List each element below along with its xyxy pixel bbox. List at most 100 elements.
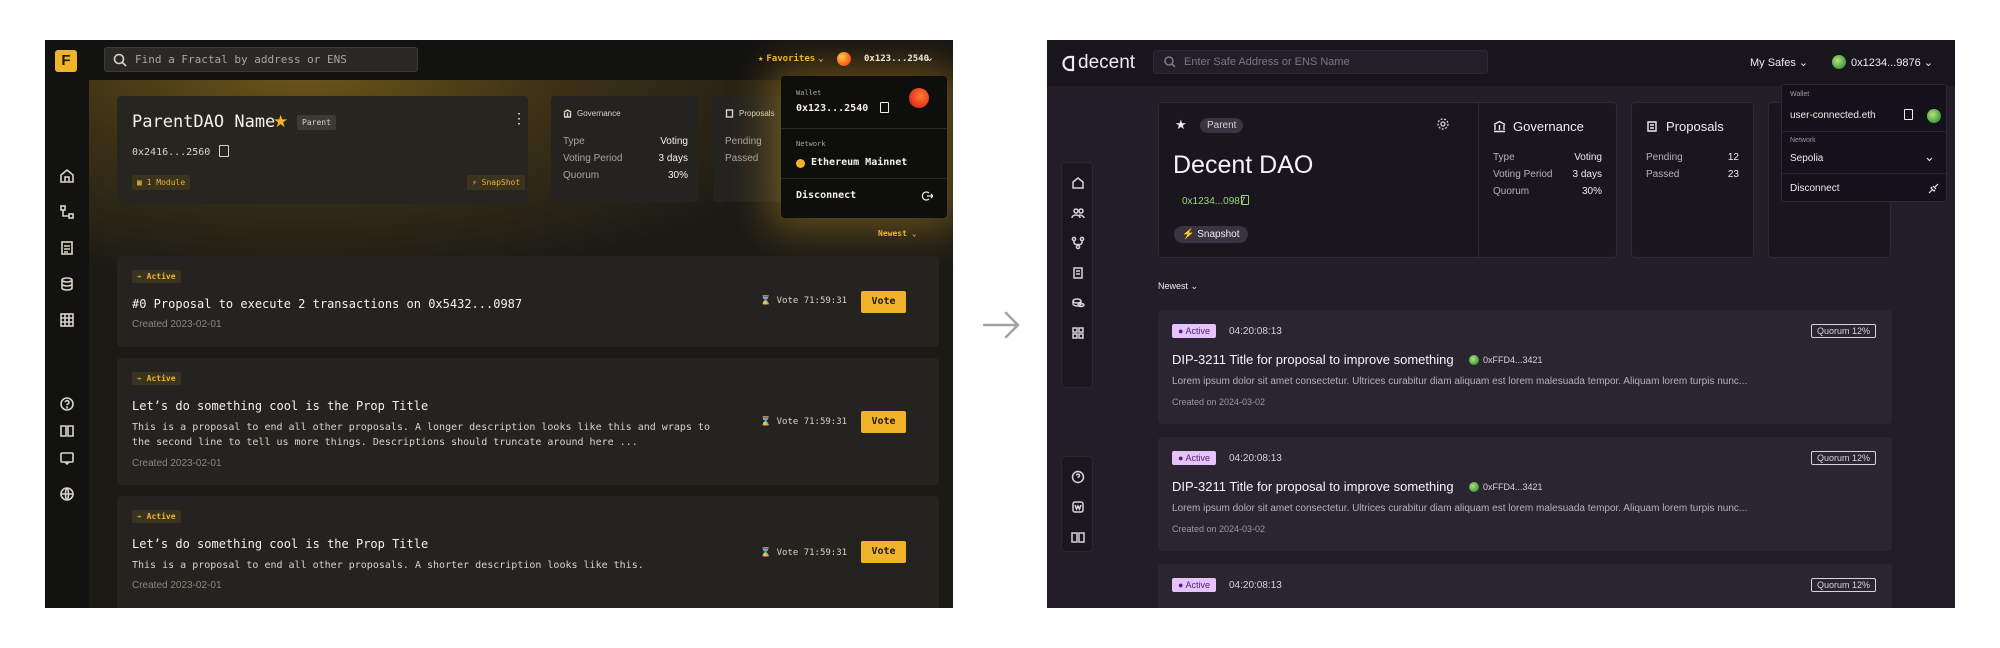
status-badge: ● Active [1172,578,1216,592]
sidebar [1061,162,1093,388]
proposal-row[interactable]: ● Active 04:20:08:13 Quorum 12% DIP-3211… [1158,437,1892,551]
sidebar-footer [1061,456,1093,552]
sort-dropdown[interactable]: Newest ⌄ [1158,281,1198,292]
proposal-row[interactable]: ⌁ Active #0 Proposal to execute 2 transa… [117,256,939,347]
proposal-row[interactable]: ⌁ Active Let’s do something cool is the … [117,496,939,608]
favorites-menu[interactable]: ★ Favorites ⌄ [758,54,824,64]
wallet-popup: Wallet user-connected.eth Network Sepoli… [1781,84,1947,202]
disconnect-button[interactable]: Disconnect [796,190,856,201]
fractal-app-screenshot: F Find a Fractal by address or ENS ★ Favo… [45,40,953,608]
wallet-label: Wallet [796,89,822,97]
star-icon: ★ [758,54,764,64]
proposals-row: Passed [725,153,759,164]
search-input[interactable]: Enter Safe Address or ENS Name [1153,50,1488,74]
proposal-title: DIP-3211 Title for proposal to improve s… [1172,479,1454,494]
disconnect-icon[interactable] [921,190,933,202]
globe-icon[interactable] [57,484,77,504]
proposals-icon[interactable] [1070,265,1086,281]
home-icon[interactable] [1070,175,1086,191]
parent-badge: Parent [1200,118,1244,133]
proposal-timer: 04:20:08:13 [1229,453,1282,464]
snapshot-badge[interactable]: ⚡ SnapShot [467,175,526,190]
proposals-row: Pending 12 [1646,152,1739,163]
favorite-star-icon[interactable]: ★ [273,112,288,132]
wallet-address: 0x123...2540 [796,103,869,114]
proposal-row[interactable]: ● Active 04:20:08:13 Quorum 12% [1158,564,1892,608]
chat-icon[interactable] [57,448,77,468]
author-avatar [1469,482,1479,492]
help-icon[interactable] [1070,469,1086,485]
grid-icon[interactable] [57,310,77,330]
governance-row: Quorum 30% [1493,186,1602,197]
search-icon [1164,56,1176,68]
book-icon[interactable] [1070,529,1086,545]
governance-row: Quorum 30% [563,170,688,181]
network-label: Network [796,140,826,148]
home-icon[interactable] [57,166,77,186]
people-icon[interactable] [1070,205,1086,221]
network-label: Network [1790,137,1816,144]
gear-icon[interactable] [1436,117,1450,131]
docs-w-icon[interactable] [1070,499,1086,515]
hierarchy-icon[interactable] [1070,235,1086,251]
copy-icon[interactable] [219,145,229,157]
governance-row: Type Voting [563,136,688,147]
apps-icon[interactable] [1070,325,1086,341]
proposal-author: 0xFFD4...3421 [1469,482,1543,492]
sort-dropdown[interactable]: Newest ⌄ [878,229,917,238]
wallet-popup: Wallet 0x123...2540 Network Ethereum Mai… [781,76,947,218]
hierarchy-icon[interactable] [57,202,77,222]
bank-icon [1493,120,1506,133]
scroll-icon [1647,121,1657,132]
search-input[interactable]: Find a Fractal by address or ENS [104,47,418,72]
treasury-icon[interactable] [1070,295,1086,311]
vote-button[interactable]: Vote [861,411,906,433]
docs-icon[interactable] [57,421,77,441]
proposals-title: Proposals [1646,119,1724,134]
account-avatar [1832,55,1846,69]
snapshot-badge[interactable]: ⚡ Snapshot [1174,226,1248,243]
bank-icon [563,109,572,118]
network-name: Ethereum Mainnet [811,157,908,168]
dao-info-card: ParentDAO Name ★ Parent ⋮ 0x2416...2560 … [117,96,528,204]
governance-card: Governance Type Voting Voting Period 3 day… [1478,102,1617,258]
copy-icon[interactable] [1904,109,1913,120]
dao-name: Decent DAO [1173,151,1314,179]
arrow-right-icon [983,311,1020,339]
governance-card: Governance Type Voting Voting Period 3 day… [551,96,698,202]
fractal-logo[interactable]: F [55,50,77,72]
proposals-row: Pending [725,136,762,147]
vote-timer: ⌛ Vote 71:59:31 [760,296,848,306]
account-address[interactable]: 0x123...2540 [864,54,929,64]
proposal-row[interactable]: ● Active 04:20:08:13 Quorum 12% DIP-3211… [1158,310,1892,424]
disconnect-button[interactable]: Disconnect [1790,183,1839,194]
module-badge: ▦ 1 Module [132,175,191,190]
unplug-icon[interactable] [1927,182,1940,195]
search-icon [113,53,127,67]
my-safes-menu[interactable]: My Safes ⌄ [1750,56,1808,69]
copy-icon[interactable] [1241,195,1249,205]
proposal-created: Created 2023-02-01 [132,319,222,330]
proposal-description: This is a proposal to end all other prop… [132,560,644,571]
more-options-icon[interactable]: ⋮ [512,110,526,127]
sidebar: F [45,40,89,608]
treasury-icon[interactable] [57,274,77,294]
vote-button[interactable]: Vote [861,291,906,313]
decent-logo-icon [1062,55,1075,71]
proposals-icon[interactable] [57,238,77,258]
network-select[interactable]: Sepolia [1790,153,1823,164]
proposal-timer: 04:20:08:13 [1229,580,1282,591]
vote-button[interactable]: Vote [861,541,906,563]
copy-icon[interactable] [880,102,889,113]
help-icon[interactable] [57,394,77,414]
decent-logo[interactable]: decent [1061,52,1135,74]
governance-row: Type Voting [1493,152,1602,163]
account-menu[interactable]: 0x1234...9876 ⌄ [1851,56,1933,69]
account-chevron-icon[interactable]: ⌄ [925,51,934,64]
proposals-row: Passed 23 [1646,169,1739,180]
chevron-down-icon[interactable]: ⌄ [1924,149,1935,165]
favorite-star-icon[interactable]: ★ [1175,117,1187,133]
proposal-row[interactable]: ⌁ Active Let’s do something cool is the … [117,358,939,485]
status-badge: ⌁ Active [132,270,181,283]
proposal-description: Lorem ipsum dolor sit amet consectetur. … [1172,376,1748,387]
